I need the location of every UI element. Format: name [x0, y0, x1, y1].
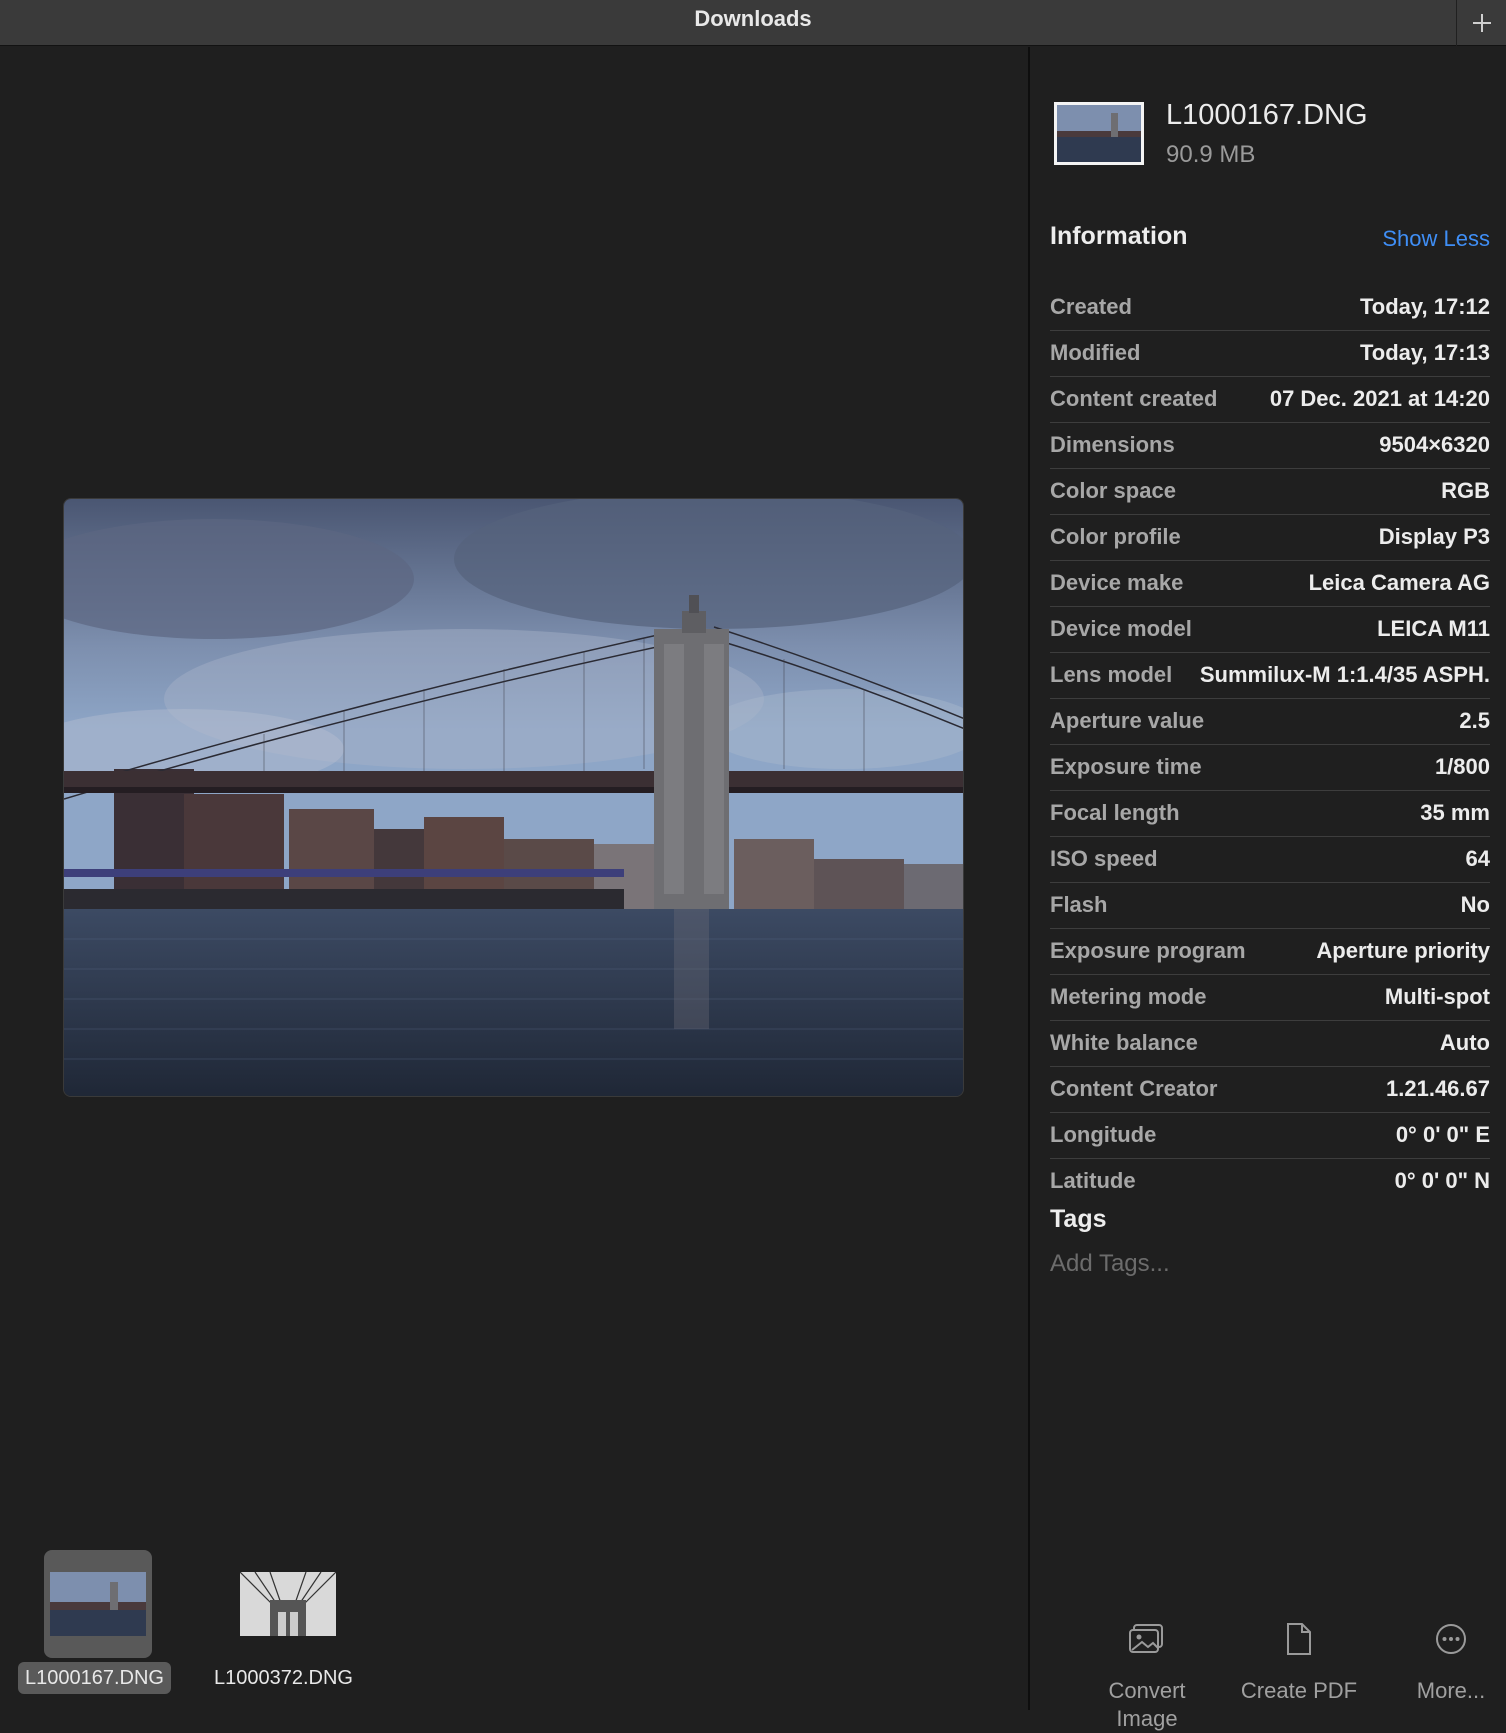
info-key: Flash: [1050, 892, 1108, 917]
info-key: Content created: [1050, 386, 1218, 411]
info-key: White balance: [1050, 1030, 1198, 1055]
info-row-dimensions: Dimensions 9504×6320: [1050, 423, 1490, 469]
create-pdf-label: Create PDF: [1240, 1678, 1358, 1703]
info-key: ISO speed: [1050, 846, 1158, 871]
convert-image-button[interactable]: Convert Image: [1077, 1617, 1217, 1733]
info-value: 35 mm: [1420, 800, 1490, 825]
info-value: Today, 17:13: [1359, 340, 1490, 365]
plus-icon: [1472, 14, 1491, 32]
info-value: RGB: [1441, 478, 1490, 503]
info-key: Device make: [1050, 570, 1184, 595]
info-value: No: [1460, 892, 1490, 917]
info-value: 0° 0' 0" N: [1394, 1168, 1490, 1193]
file-size: 90.9 MB: [1166, 141, 1256, 168]
convert-image-icon: [1129, 1624, 1163, 1653]
inspector-pane: L1000167.DNG 90.9 MB Information Show Le…: [1030, 47, 1506, 1731]
info-key: Modified: [1050, 340, 1141, 365]
info-row-created: Created Today, 17:12: [1050, 285, 1490, 331]
title-bar: Downloads: [0, 0, 1506, 46]
thumbnail-l1000372[interactable]: [240, 1572, 336, 1636]
info-row-device-make: Device make Leica Camera AG: [1050, 561, 1490, 607]
info-key: Metering mode: [1050, 984, 1207, 1009]
info-value: Today, 17:12: [1359, 294, 1490, 319]
info-row-exposure-program: Exposure program Aperture priority: [1050, 929, 1490, 975]
information-list: Created Today, 17:12 Modified Today, 17:13…: [1050, 285, 1490, 1205]
add-button[interactable]: [1456, 0, 1506, 46]
info-key: Created: [1050, 294, 1132, 319]
info-value: 64: [1465, 846, 1490, 871]
info-row-flash: Flash No: [1050, 883, 1490, 929]
file-name: L1000167.DNG: [1166, 99, 1368, 131]
window-title: Downloads: [694, 6, 812, 31]
info-row-focal-length: Focal length 35 mm: [1050, 791, 1490, 837]
info-value: 2.5: [1459, 708, 1490, 733]
more-button[interactable]: More...: [1381, 1617, 1506, 1705]
info-row-metering-mode: Metering mode Multi-spot: [1050, 975, 1490, 1021]
info-value: 0° 0' 0" E: [1395, 1122, 1490, 1147]
info-row-lens-model: Lens model Summilux-M 1:1.4/35 ASPH.: [1050, 653, 1490, 699]
info-row-white-balance: White balance Auto: [1050, 1021, 1490, 1067]
info-key: Exposure time: [1050, 754, 1202, 779]
info-key: Device model: [1050, 616, 1192, 641]
info-value: Auto: [1439, 1030, 1490, 1055]
information-header: Information Show Less: [1050, 222, 1490, 258]
info-row-color-profile: Color profile Display P3: [1050, 515, 1490, 561]
info-row-exposure-time: Exposure time 1/800: [1050, 745, 1490, 791]
info-key: Longitude: [1050, 1122, 1157, 1147]
info-value: Leica Camera AG: [1308, 570, 1490, 595]
info-row-color-space: Color space RGB: [1050, 469, 1490, 515]
more-label: More...: [1416, 1678, 1486, 1703]
info-value: Aperture priority: [1316, 938, 1490, 963]
info-key: Dimensions: [1050, 432, 1175, 457]
create-pdf-button[interactable]: Create PDF: [1229, 1617, 1369, 1705]
info-value: 9504×6320: [1379, 432, 1490, 457]
bridge-photo: [64, 499, 963, 1096]
info-row-aperture-value: Aperture value 2.5: [1050, 699, 1490, 745]
information-heading: Information: [1050, 222, 1188, 250]
info-value: Display P3: [1378, 524, 1490, 549]
thumbnail-label[interactable]: L1000167.DNG: [18, 1662, 171, 1694]
info-value: 1.21.46.67: [1386, 1076, 1490, 1101]
info-value: 07 Dec. 2021 at 14:20: [1269, 386, 1490, 411]
info-value: 1/800: [1434, 754, 1490, 779]
info-row-latitude: Latitude 0° 0' 0" N: [1050, 1159, 1490, 1205]
file-thumbnail: [1054, 102, 1144, 165]
info-key: Color profile: [1050, 524, 1181, 549]
quick-actions: Convert Image Create PDF More...: [1030, 1617, 1506, 1731]
info-row-content-created: Content created 07 Dec. 2021 at 14:20: [1050, 377, 1490, 423]
info-key: Aperture value: [1050, 708, 1205, 733]
info-row-iso-speed: ISO speed 64: [1050, 837, 1490, 883]
info-value: Summilux-M 1:1.4/35 ASPH.: [1199, 662, 1490, 687]
info-value: LEICA M11: [1377, 616, 1490, 641]
ellipsis-circle-icon: [1436, 1624, 1466, 1654]
info-value: Multi-spot: [1384, 984, 1490, 1009]
tags-heading: Tags: [1050, 1205, 1107, 1233]
info-key: Content Creator: [1050, 1076, 1218, 1101]
thumbnail-l1000167[interactable]: [50, 1572, 146, 1636]
info-key: Focal length: [1050, 800, 1180, 825]
info-key: Exposure program: [1050, 938, 1246, 963]
info-key: Color space: [1050, 478, 1176, 503]
preview-image[interactable]: [63, 498, 964, 1097]
info-key: Lens model: [1050, 662, 1173, 687]
thumbnail-label[interactable]: L1000372.DNG: [207, 1662, 360, 1694]
info-row-longitude: Longitude 0° 0' 0" E: [1050, 1113, 1490, 1159]
tags-input[interactable]: [1050, 1247, 1490, 1281]
info-row-content-creator: Content Creator 1.21.46.67: [1050, 1067, 1490, 1113]
show-less-link[interactable]: Show Less: [1382, 226, 1490, 252]
document-icon: [1287, 1623, 1311, 1655]
info-key: Latitude: [1050, 1168, 1136, 1193]
convert-image-label: Convert Image: [1108, 1678, 1186, 1731]
info-row-modified: Modified Today, 17:13: [1050, 331, 1490, 377]
info-row-device-model: Device model LEICA M11: [1050, 607, 1490, 653]
